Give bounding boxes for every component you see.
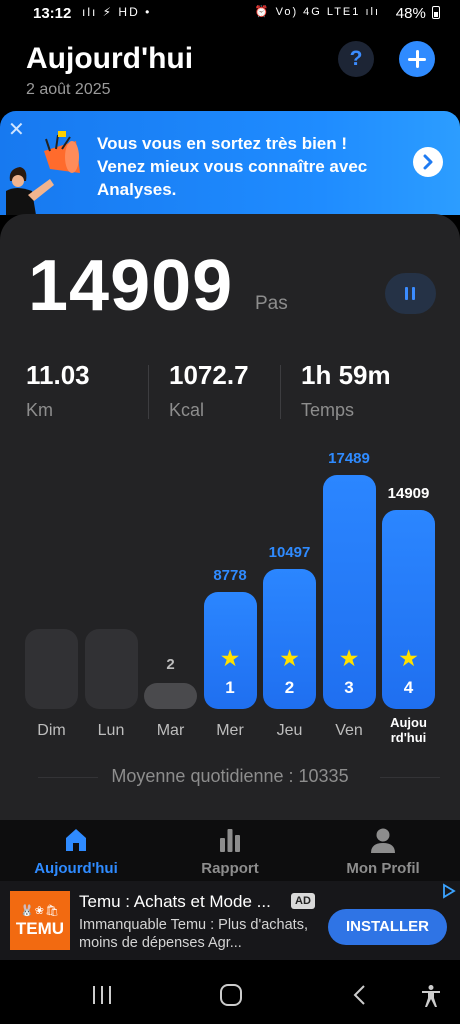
ad-banner[interactable]: 🐰❀🛍 TEMU Temu : Achats et Mode ... AD Im… — [0, 881, 460, 960]
status-bar: 13:12 ılı ⚡ HD • ⏰ Vo) 4G LTE1 ılı 48% — [0, 0, 460, 28]
step-bar[interactable] — [144, 683, 197, 709]
ad-choices-icon[interactable] — [441, 883, 457, 899]
home-icon — [1, 826, 151, 856]
steps-count: 14909 — [28, 246, 234, 326]
weekly-steps-chart: Dim Lun 2 Mar 8778 ★ 1 Mer 10497 ★ 2 Jeu 17489 ★ 3 Ven 1… — [0, 444, 460, 764]
empty-bar — [84, 629, 138, 709]
status-notification-icons: ılı ⚡ HD • — [82, 5, 152, 19]
bar-column-2: 2 Mar — [144, 444, 197, 764]
recent-apps-icon[interactable] — [90, 984, 114, 1006]
temu-logo-glyphs: 🐰❀🛍 — [20, 905, 60, 917]
goal-rank-label: 2 — [284, 678, 295, 697]
duration-stat: 1h 59m Temps — [301, 360, 391, 421]
ad-badge: AD — [291, 893, 315, 909]
bar-value-label: 17489 — [328, 450, 370, 467]
duration-value: 1h 59m — [301, 360, 391, 390]
pause-button[interactable] — [385, 273, 436, 314]
goal-rank-label: 3 — [344, 678, 354, 697]
duration-label: Temps — [301, 400, 355, 420]
goal-star-icon: ★ — [338, 645, 360, 671]
ad-title: Temu : Achats et Mode ... — [79, 892, 271, 911]
goal-star-icon: ★ — [219, 645, 241, 671]
bar-column-1: Lun — [84, 444, 138, 764]
distance-label: Km — [26, 400, 53, 420]
install-button[interactable]: INSTALLER — [328, 909, 447, 945]
system-navigation — [0, 960, 460, 1024]
chevron-right-icon — [423, 154, 433, 170]
steps-card: 14909 Pas 11.03 Km 1072.7 Kcal 1h 59m Te… — [0, 214, 460, 820]
step-bar[interactable] — [322, 475, 376, 709]
calories-label: Kcal — [169, 400, 205, 420]
bar-value-label: 10497 — [268, 544, 311, 561]
battery-percent: 48% — [395, 5, 426, 22]
person-icon — [308, 826, 458, 856]
nav-profile-label: Mon Profil — [346, 860, 420, 877]
goal-rank-label: 4 — [403, 678, 414, 697]
temu-logo-text: TEMU — [15, 919, 65, 938]
distance-stat: 11.03 Km — [26, 360, 90, 421]
goal-rank-label: 1 — [225, 678, 235, 697]
help-button[interactable]: ? — [338, 41, 374, 77]
stat-divider — [148, 365, 149, 419]
bar-value-label: 2 — [166, 656, 175, 673]
nav-report-label: Rapport — [201, 860, 259, 877]
calories-value: 1072.7 — [169, 360, 249, 390]
goal-star-icon: ★ — [398, 645, 419, 671]
banner-message: Vous vous en sortez très bien ! Venez mi… — [97, 134, 368, 199]
page-date: 2 août 2025 — [26, 81, 111, 98]
stat-divider — [280, 365, 281, 419]
status-signal-icons: ⏰ Vo) 4G LTE1 ılı — [254, 6, 380, 18]
empty-bar — [25, 629, 78, 709]
back-icon[interactable] — [350, 984, 370, 1006]
banner-next-button[interactable] — [413, 147, 443, 177]
bar-column-5: 17489 ★ 3 Ven — [322, 444, 376, 764]
divider-line — [380, 777, 440, 778]
steps-unit: Pas — [255, 293, 288, 314]
calories-stat: 1072.7 Kcal — [169, 360, 249, 421]
bar-column-4: 10497 ★ 2 Jeu — [263, 444, 316, 764]
distance-value: 11.03 — [26, 360, 90, 390]
status-time: 13:12 — [33, 5, 72, 22]
battery-icon — [432, 6, 440, 19]
accessibility-icon[interactable] — [419, 984, 443, 1008]
megaphone-illustration-icon — [6, 131, 80, 215]
bar-chart-icon — [155, 826, 305, 856]
day-label: Aujou rd'hui — [390, 715, 427, 745]
temu-logo: 🐰❀🛍 TEMU — [10, 891, 70, 950]
bar-column-3: 8778 ★ 1 Mer — [203, 444, 257, 764]
nav-today-label: Aujourd'hui — [34, 860, 118, 877]
page-title: Aujourd'hui — [26, 42, 194, 75]
nav-today[interactable]: Aujourd'hui — [1, 826, 151, 877]
add-button[interactable] — [399, 41, 435, 77]
bar-value-label: 14909 — [387, 485, 430, 502]
bar-column-6: 14909 ★ 4 Aujou rd'hui — [382, 444, 435, 764]
nav-report[interactable]: Rapport — [155, 826, 305, 877]
bar-column-0: Dim — [25, 444, 78, 764]
bar-value-label: 8778 — [213, 567, 247, 584]
goal-star-icon: ★ — [279, 645, 300, 671]
home-button-icon[interactable] — [219, 984, 243, 1006]
promo-banner[interactable]: ✕ Vous vous en sortez très bien ! Venez … — [0, 111, 460, 215]
nav-profile[interactable]: Mon Profil — [308, 826, 458, 877]
bottom-navigation: Aujourd'hui Rapport Mon Profil — [0, 820, 460, 881]
ad-description: Immanquable Temu : Plus d'achats, moins … — [79, 917, 308, 951]
battery-indicator: 48% — [396, 5, 440, 22]
